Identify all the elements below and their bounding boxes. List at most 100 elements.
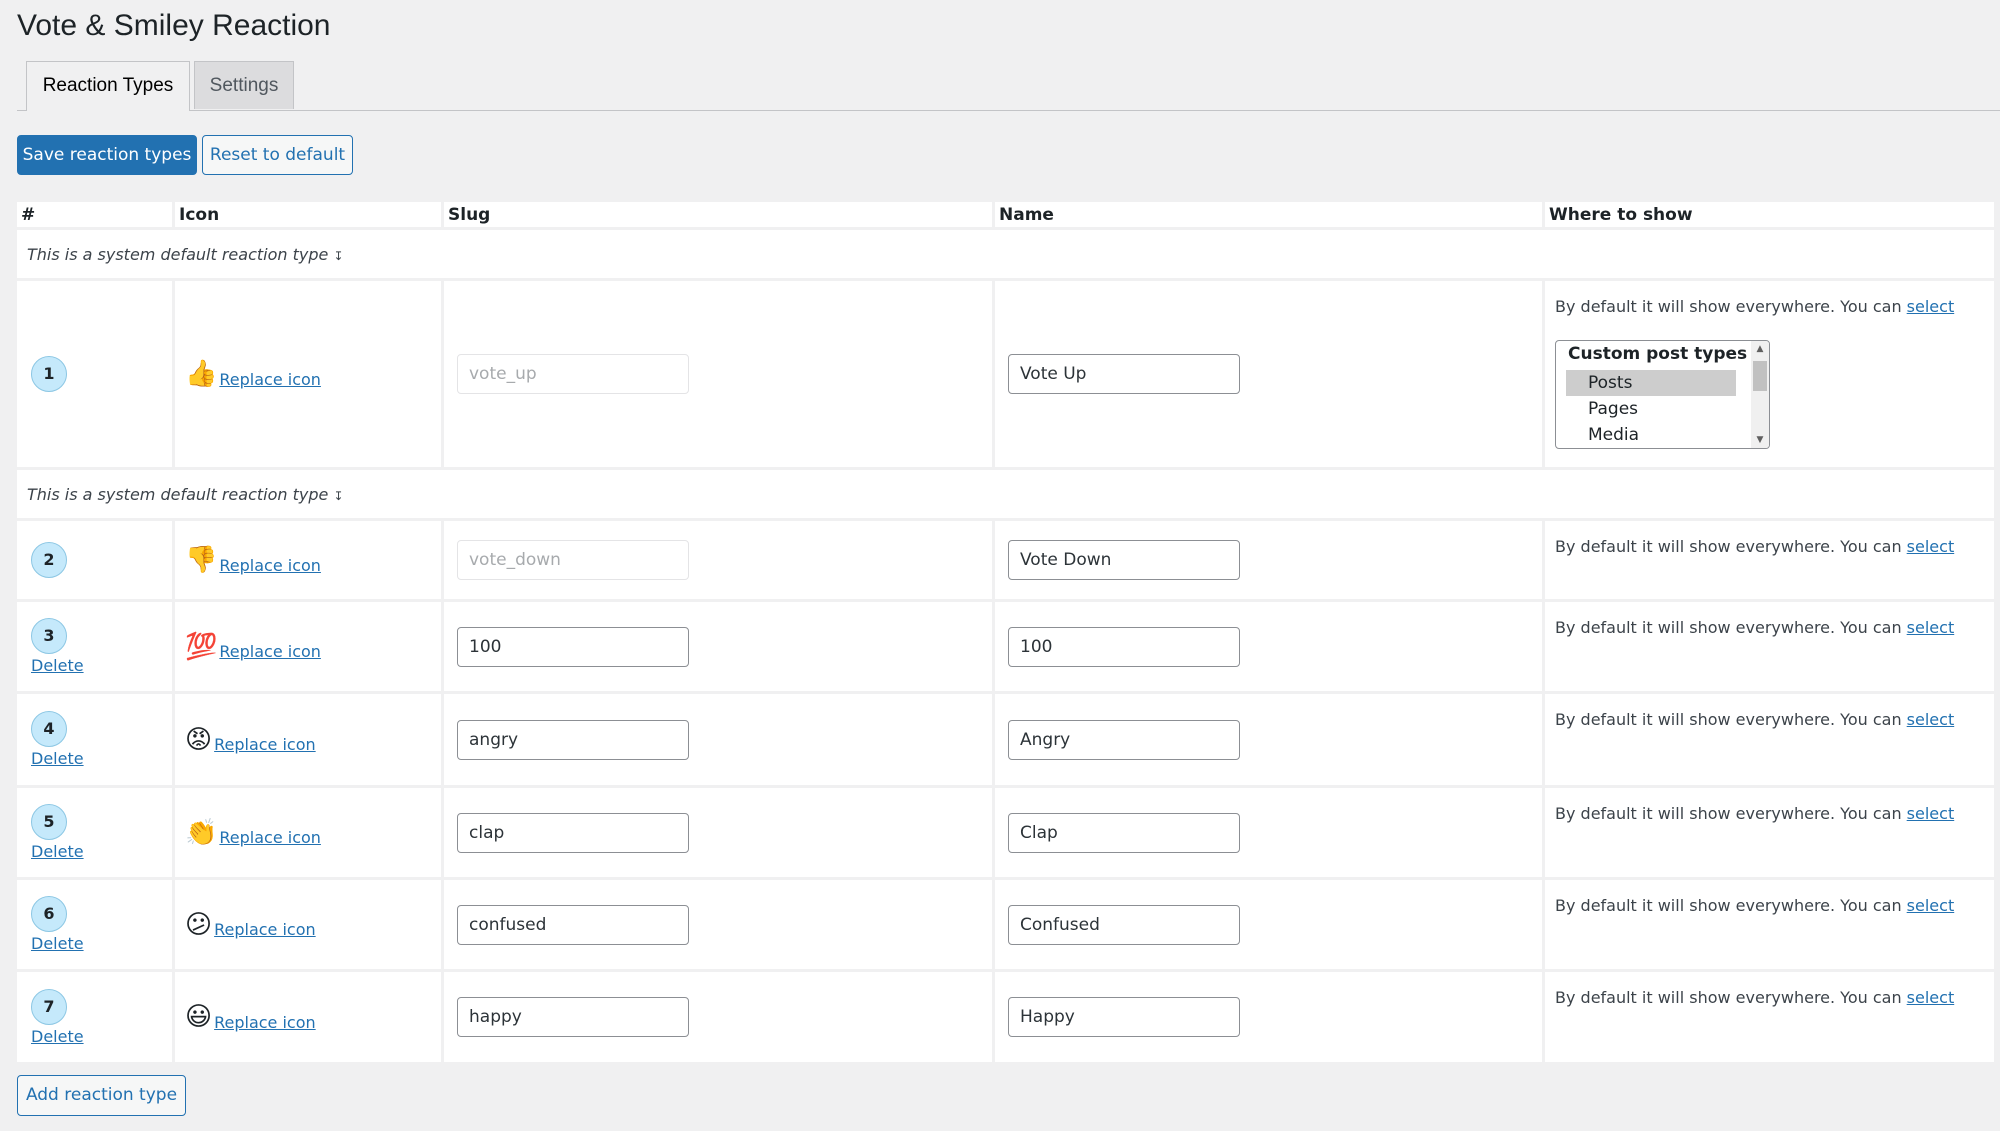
- replace-icon-link[interactable]: Replace icon: [219, 828, 321, 847]
- listbox-option-media[interactable]: Media: [1566, 422, 1736, 448]
- replace-icon-link[interactable]: Replace icon: [214, 920, 316, 939]
- add-reaction-type-button[interactable]: Add reaction type: [17, 1075, 186, 1116]
- where-to-show-text: By default it will show everywhere. You …: [1555, 896, 1984, 915]
- name-cell: [995, 694, 1542, 785]
- expand-arrow-icon[interactable]: ↧: [333, 249, 343, 263]
- thumbs-down-icon: 👎: [185, 545, 218, 575]
- table-row: 1 👍Replace icon By default it will show ev…: [17, 281, 1994, 467]
- header-num: #: [17, 202, 172, 227]
- icon-cell: 😡 Replace icon: [175, 694, 441, 785]
- slug-input[interactable]: [457, 812, 689, 853]
- where-to-show-cell: By default it will show everywhere. You …: [1545, 281, 1994, 467]
- where-to-show-description: By default it will show everywhere. You …: [1555, 297, 1907, 316]
- system-default-note-text: This is a system default reaction type: [27, 244, 329, 264]
- listbox-group-label: Custom post types: [1568, 344, 1748, 364]
- row-number-cell: 7 Delete: [17, 972, 172, 1062]
- replace-icon-link[interactable]: Replace icon: [219, 642, 321, 661]
- row-number-badge: 7: [31, 988, 67, 1025]
- icon-cell: 💯 Replace icon: [175, 602, 441, 691]
- row-number-badge: 2: [31, 542, 67, 578]
- where-to-show-description: By default it will show everywhere. You …: [1555, 988, 1907, 1007]
- where-to-show-description: By default it will show everywhere. You …: [1555, 710, 1907, 729]
- where-to-show-cell: By default it will show everywhere. You …: [1545, 880, 1994, 969]
- where-to-show-text: By default it will show everywhere. You …: [1555, 297, 1984, 316]
- save-reaction-types-button[interactable]: Save reaction types: [17, 135, 197, 175]
- system-default-note-text: This is a system default reaction type: [27, 484, 329, 504]
- header-icon: Icon: [175, 202, 441, 227]
- where-to-show-description: By default it will show everywhere. You …: [1555, 618, 1907, 637]
- row-number-badge: 3: [31, 618, 67, 654]
- slug-input[interactable]: [457, 719, 689, 760]
- scroll-up-arrow-icon[interactable]: ▲: [1751, 341, 1769, 357]
- icon-cell: 👏 Replace icon: [175, 788, 441, 877]
- clapping-hands-icon: 👏: [185, 817, 218, 848]
- tab-reaction-types[interactable]: Reaction Types: [26, 61, 190, 111]
- header-slug: Slug: [444, 202, 992, 227]
- delete-link[interactable]: Delete: [31, 749, 162, 768]
- name-cell: [995, 788, 1542, 877]
- where-to-show-cell: By default it will show everywhere. You …: [1545, 694, 1994, 785]
- slug-cell: [444, 972, 992, 1062]
- where-to-show-text: By default it will show everywhere. You …: [1555, 710, 1984, 729]
- expand-arrow-icon[interactable]: ↧: [333, 489, 343, 503]
- replace-icon-link[interactable]: Replace icon: [214, 1013, 316, 1032]
- tab-settings[interactable]: Settings: [194, 61, 294, 109]
- table-row: 5 Delete 👏Replace icon By default it will s…: [17, 788, 1994, 877]
- delete-link[interactable]: Delete: [31, 1027, 162, 1046]
- select-link[interactable]: select: [1907, 710, 1955, 729]
- name-input[interactable]: [1008, 354, 1240, 394]
- name-input[interactable]: [1008, 540, 1240, 580]
- replace-icon-link[interactable]: Replace icon: [214, 735, 316, 754]
- row-number-badge: 4: [31, 711, 67, 747]
- select-link[interactable]: select: [1907, 896, 1955, 915]
- reaction-types-table: # Icon Slug Name Where to show This is a…: [14, 199, 1997, 1065]
- row-number-cell: 2: [17, 521, 172, 599]
- system-default-note-row: This is a system default reaction type ↧: [17, 470, 1994, 518]
- row-number-cell: 1: [17, 281, 172, 467]
- listbox-option-pages[interactable]: Pages: [1566, 396, 1736, 422]
- where-to-show-description: By default it will show everywhere. You …: [1555, 537, 1907, 556]
- where-to-show-cell: By default it will show everywhere. You …: [1545, 972, 1994, 1062]
- where-to-show-text: By default it will show everywhere. You …: [1555, 618, 1984, 637]
- name-input[interactable]: [1008, 719, 1240, 760]
- where-to-show-cell: By default it will show everywhere. You …: [1545, 788, 1994, 877]
- icon-cell: 👎 Replace icon: [175, 521, 441, 599]
- slug-input[interactable]: [457, 997, 689, 1037]
- system-default-note: This is a system default reaction type ↧: [17, 230, 1994, 278]
- system-default-note: This is a system default reaction type ↧: [17, 470, 1994, 518]
- select-link[interactable]: select: [1907, 988, 1955, 1007]
- scrollbar-thumb[interactable]: [1753, 361, 1767, 391]
- reset-to-default-button[interactable]: Reset to default: [202, 135, 353, 175]
- name-input[interactable]: [1008, 626, 1240, 667]
- table-row: 7 Delete 😃Replace icon By default it will s…: [17, 972, 1994, 1062]
- row-number-cell: 6 Delete: [17, 880, 172, 969]
- confused-face-icon: 😕: [185, 909, 213, 940]
- replace-icon-link[interactable]: Replace icon: [219, 556, 321, 575]
- select-link[interactable]: select: [1907, 618, 1955, 637]
- table-row: 6 Delete 😕Replace icon By default it will s…: [17, 880, 1994, 969]
- replace-icon-link[interactable]: Replace icon: [219, 370, 321, 389]
- slug-input[interactable]: [457, 904, 689, 945]
- header-where-to-show: Where to show: [1545, 202, 1994, 227]
- delete-link[interactable]: Delete: [31, 842, 162, 861]
- name-input[interactable]: [1008, 997, 1240, 1037]
- scroll-down-arrow-icon[interactable]: ▼: [1751, 432, 1769, 448]
- listbox-scrollbar[interactable]: ▲ ▼: [1751, 341, 1769, 448]
- select-link[interactable]: select: [1907, 804, 1955, 823]
- row-number-badge: 6: [31, 896, 67, 932]
- where-to-show-text: By default it will show everywhere. You …: [1555, 988, 1984, 1007]
- delete-link[interactable]: Delete: [31, 934, 162, 953]
- page-title: Vote & Smiley Reaction: [17, 9, 331, 42]
- select-link[interactable]: select: [1907, 537, 1955, 556]
- delete-link[interactable]: Delete: [31, 656, 162, 675]
- name-input[interactable]: [1008, 812, 1240, 853]
- listbox-option-posts[interactable]: Posts: [1566, 370, 1736, 396]
- slug-input[interactable]: [457, 626, 689, 667]
- name-input[interactable]: [1008, 904, 1240, 945]
- post-types-listbox[interactable]: Custom post types Posts Pages Media ▲ ▼: [1555, 340, 1770, 449]
- select-link[interactable]: select: [1907, 297, 1955, 316]
- hundred-points-icon: 💯: [185, 631, 218, 662]
- grinning-face-icon: 😃: [185, 1002, 213, 1032]
- tab-bar: Reaction Types Settings: [17, 61, 2000, 111]
- icon-cell: 😕 Replace icon: [175, 880, 441, 969]
